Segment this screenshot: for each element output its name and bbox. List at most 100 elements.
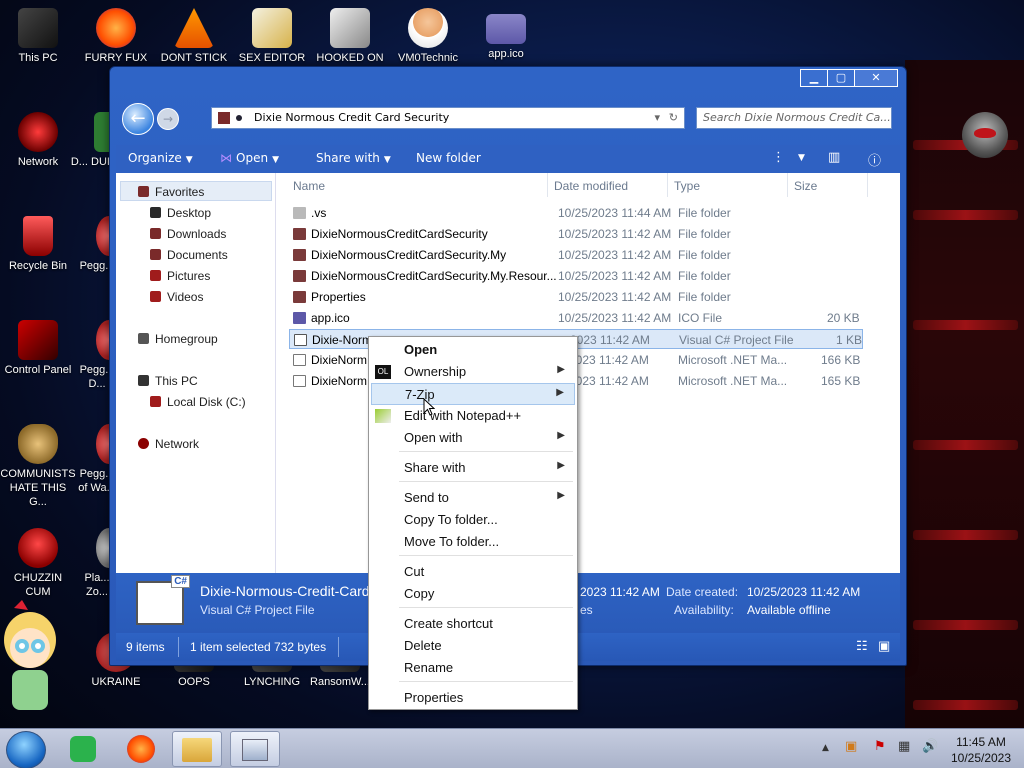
file-type: File folder <box>678 206 731 220</box>
open-label: Open <box>236 151 269 165</box>
folder-icon <box>182 738 212 762</box>
file-row[interactable]: app.ico 10/25/2023 11:42 AM ICO File 20 … <box>289 308 863 328</box>
desktop-icon-vm0technic[interactable]: VM0Technic <box>390 8 466 65</box>
column-divider[interactable] <box>667 173 668 197</box>
taskbar-clock[interactable]: 11:45 AM 10/25/2023 <box>946 734 1016 766</box>
organize-button[interactable]: Organize ▼ <box>128 151 193 165</box>
column-header-name[interactable]: Name <box>293 179 325 193</box>
menu-item-rename[interactable]: Rename <box>371 657 575 679</box>
open-button[interactable]: ⋈ Open ▼ <box>220 151 279 165</box>
chevron-down-icon[interactable]: ▼ <box>798 153 805 163</box>
close-button[interactable]: ✕ <box>854 69 898 87</box>
nav-item-this-pc[interactable]: This PC <box>138 374 198 388</box>
action-center-icon[interactable]: ⚑ <box>874 739 886 754</box>
tray-expand-icon[interactable]: ▲ <box>822 743 829 753</box>
taskbar-app-chat[interactable] <box>58 731 108 767</box>
file-row[interactable]: DixieNormousCreditCardSecurity.My 10/25/… <box>289 245 863 265</box>
file-type: Microsoft .NET Ma... <box>678 374 788 388</box>
desktop-icon-app-ico[interactable]: app.ico <box>468 8 544 61</box>
ownership-icon: OL <box>375 365 391 379</box>
folder-icon <box>293 291 306 303</box>
share-with-button[interactable]: Share with ▼ <box>316 151 391 165</box>
forward-button[interactable]: → <box>157 108 179 130</box>
chevron-down-icon[interactable]: ▾ <box>654 108 660 128</box>
column-divider[interactable] <box>867 173 868 197</box>
large-icons-view-icon[interactable]: ▣ <box>878 638 890 654</box>
menu-item-open[interactable]: Open <box>371 339 575 361</box>
column-divider[interactable] <box>547 173 548 197</box>
nav-item-pictures[interactable]: Pictures <box>150 269 210 283</box>
menu-item-7zip[interactable]: 7-Zip ▶ <box>371 383 575 405</box>
maximize-button[interactable]: ▢ <box>827 69 855 87</box>
desktop-icon-network[interactable]: Network <box>0 112 76 169</box>
menu-item-share-with[interactable]: Share with ▶ <box>371 457 575 479</box>
taskbar-app-firefox[interactable] <box>116 731 166 767</box>
csharp-badge: C# <box>171 575 190 588</box>
nav-item-downloads[interactable]: Downloads <box>150 227 226 241</box>
file-row[interactable]: Properties 10/25/2023 11:42 AM File fold… <box>289 287 863 307</box>
desktop-icon-dont-stick[interactable]: DONT STICK <box>156 8 232 65</box>
file-row[interactable]: .vs 10/25/2023 11:44 AM File folder <box>289 203 863 223</box>
tray-app-icon[interactable]: ▣ <box>845 739 857 754</box>
file-name: .vs <box>311 206 327 220</box>
desktop-icon-communists[interactable]: COMMUNISTS HATE THIS G... <box>0 424 76 509</box>
menu-label: Send to <box>404 490 449 505</box>
desktop-icon-control-panel[interactable]: Control Panel <box>0 320 76 377</box>
menu-item-create-shortcut[interactable]: Create shortcut <box>371 613 575 635</box>
nav-item-local-disk[interactable]: Local Disk (C:) <box>150 395 246 409</box>
desktop-icon-sex-editor[interactable]: SEX EDITOR <box>234 8 310 65</box>
menu-item-copy[interactable]: Copy <box>371 583 575 605</box>
menu-item-edit-notepad[interactable]: Edit with Notepad++ <box>371 405 575 427</box>
menu-item-open-with[interactable]: Open with ▶ <box>371 427 575 449</box>
minimize-button[interactable]: ▁ <box>800 69 828 87</box>
volume-icon[interactable]: 🔊 <box>922 739 938 754</box>
desktop-icon-recycle-bin[interactable]: Recycle Bin <box>0 216 76 273</box>
search-input[interactable]: Search Dixie Normous Credit Ca... <box>696 107 892 129</box>
taskbar-app-search[interactable] <box>230 731 280 767</box>
nav-item-desktop[interactable]: Desktop <box>150 206 211 220</box>
file-row[interactable]: DixieNormousCreditCardSecurity 10/25/202… <box>289 224 863 244</box>
downloads-icon <box>150 228 161 239</box>
column-header-date[interactable]: Date modified <box>554 179 628 193</box>
help-icon[interactable]: ⓘ <box>868 150 881 169</box>
menu-item-properties[interactable]: Properties <box>371 687 575 709</box>
nav-item-favorites[interactable]: Favorites <box>138 185 204 199</box>
desktop-icon-chuzzin[interactable]: CHUZZIN CUM <box>0 528 76 599</box>
nav-item-network[interactable]: Network <box>138 437 199 451</box>
command-bar: Organize ▼ ⋈ Open ▼ Share with ▼ New folder … <box>116 145 900 173</box>
desktop-icon-furry-fux[interactable]: FURRY FUX <box>78 8 154 65</box>
menu-item-send-to[interactable]: Send to ▶ <box>371 487 575 509</box>
column-header-size[interactable]: Size <box>794 179 817 193</box>
column-header-type[interactable]: Type <box>674 179 700 193</box>
back-button[interactable]: ← <box>122 103 154 135</box>
file-date: 2023 11:42 AM <box>569 353 649 367</box>
address-bar[interactable]: Dixie Normous Credit Card Security ▾ ↻ <box>211 107 685 129</box>
nav-item-documents[interactable]: Documents <box>150 248 228 262</box>
preview-pane-icon[interactable]: ▥ <box>828 150 840 165</box>
menu-item-copy-to-folder[interactable]: Copy To folder... <box>371 509 575 531</box>
menu-separator <box>399 681 573 682</box>
clock-time: 11:45 AM <box>956 735 1006 749</box>
menu-item-cut[interactable]: Cut <box>371 561 575 583</box>
nav-item-videos[interactable]: Videos <box>150 290 203 304</box>
taskbar-app-explorer[interactable] <box>172 731 222 767</box>
file-type: File folder <box>678 227 731 241</box>
details-view-icon[interactable]: ☷ <box>856 638 868 654</box>
file-type: Visual C# Project File <box>679 333 794 347</box>
menu-item-move-to-folder[interactable]: Move To folder... <box>371 531 575 553</box>
menu-item-delete[interactable]: Delete <box>371 635 575 657</box>
file-row[interactable]: DixieNormousCreditCardSecurity.My.Resour… <box>289 266 863 286</box>
organize-label: Organize <box>128 151 182 165</box>
desktop-icon-hooked-on[interactable]: HOOKED ON <box>312 8 388 65</box>
column-divider[interactable] <box>787 173 788 197</box>
start-button[interactable] <box>6 731 46 768</box>
file-icon <box>293 354 306 366</box>
context-menu: Open OL Ownership ▶ 7-Zip ▶ Edit with No… <box>368 336 578 710</box>
network-status-icon[interactable]: ▦ <box>898 739 910 754</box>
refresh-icon[interactable]: ↻ <box>669 108 678 128</box>
new-folder-button[interactable]: New folder <box>416 151 481 165</box>
view-options-icon[interactable]: ⋮ <box>772 150 785 165</box>
menu-item-ownership[interactable]: OL Ownership ▶ <box>371 361 575 383</box>
nav-item-homegroup[interactable]: Homegroup <box>138 332 218 346</box>
desktop-icon-this-pc[interactable]: This PC <box>0 8 76 65</box>
